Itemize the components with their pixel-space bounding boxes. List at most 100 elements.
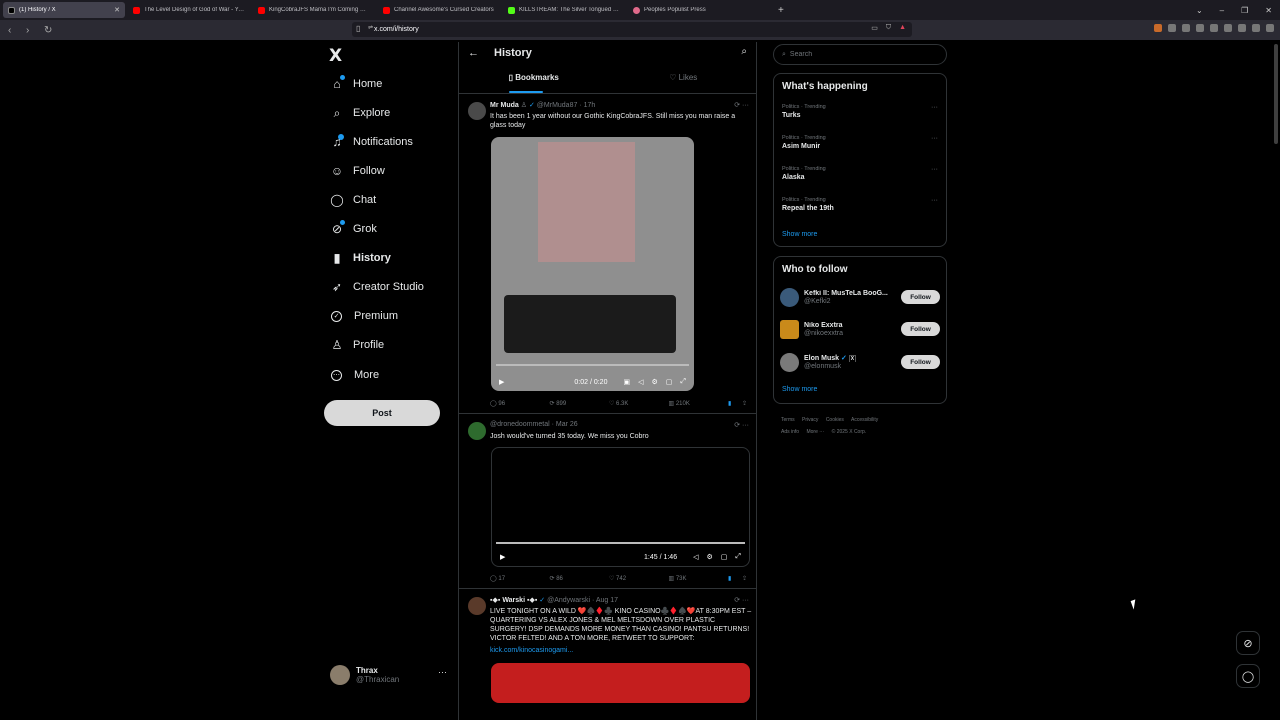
pip-icon[interactable]: ▢ bbox=[721, 553, 728, 561]
like-button[interactable]: ♡ 6.3K bbox=[609, 400, 669, 407]
show-more-link[interactable]: Show more bbox=[782, 231, 817, 238]
scrollbar-thumb[interactable] bbox=[1274, 44, 1278, 144]
tab-likes[interactable]: ♡ Likes bbox=[609, 73, 757, 93]
views-button[interactable]: ▥ 73K bbox=[669, 575, 729, 582]
extension-icon[interactable] bbox=[1182, 24, 1190, 32]
video-player[interactable]: ▶ 1:45 / 1:46 ◁ ⚙ ▢ ⤢ bbox=[491, 447, 750, 567]
x-logo[interactable]: X bbox=[329, 46, 342, 66]
footer-link[interactable]: Terms bbox=[781, 417, 795, 423]
tab-bookmarks[interactable]: ▯ Bookmarks bbox=[459, 73, 609, 93]
trend-item[interactable]: Politics · Trending Asim Munir ··· bbox=[782, 135, 942, 150]
fullscreen-icon[interactable]: ⤢ bbox=[680, 378, 686, 386]
avatar[interactable] bbox=[780, 352, 799, 372]
nav-grok[interactable]: ⊘ Grok bbox=[330, 219, 377, 239]
post-button[interactable]: Post bbox=[324, 400, 440, 426]
extension-icon[interactable] bbox=[1168, 24, 1176, 32]
alert-icon[interactable]: ▲ bbox=[899, 24, 906, 32]
browser-tab[interactable]: KingCobraJFS Mama I'm Coming Home bbox=[253, 2, 375, 18]
fullscreen-icon[interactable]: ⤢ bbox=[735, 553, 741, 561]
nav-home[interactable]: ⌂ Home bbox=[330, 74, 382, 94]
captions-icon[interactable]: ▣ bbox=[623, 378, 630, 386]
shield-icon[interactable]: ⛉ bbox=[886, 24, 891, 32]
extension-icon[interactable] bbox=[1154, 24, 1162, 32]
settings-icon[interactable]: ⚙ bbox=[706, 553, 712, 561]
new-tab-button[interactable]: + bbox=[778, 5, 784, 16]
play-icon[interactable]: ▶ bbox=[499, 378, 504, 386]
nav-profile[interactable]: ♙ Profile bbox=[330, 335, 385, 355]
browser-tab[interactable]: KILLSTREAM: The Silver Tongued De bbox=[503, 2, 625, 18]
video-player[interactable]: ▶ 0:02 / 0:20 ▣ ◁ ⚙ ▢ ⤢ bbox=[491, 137, 694, 391]
follow-button[interactable]: Follow bbox=[901, 322, 940, 336]
footer-link[interactable]: Accessibility bbox=[851, 417, 878, 423]
bookmark-star-icon[interactable]: ▯ bbox=[356, 24, 360, 33]
restore-icon[interactable]: ❐ bbox=[1241, 6, 1248, 15]
reply-button[interactable]: ◯ 17 bbox=[490, 575, 550, 582]
pip-icon[interactable]: ▢ bbox=[666, 378, 673, 386]
tweet[interactable]: @dronedoommetal · Mar 26 ⟳ ··· Josh woul… bbox=[459, 414, 756, 589]
avatar[interactable] bbox=[780, 287, 799, 307]
trend-item[interactable]: Politics · Trending Turks ··· bbox=[782, 104, 942, 119]
trend-item[interactable]: Politics · Trending Repeal the 19th ··· bbox=[782, 197, 942, 212]
mute-icon[interactable]: ◁ bbox=[638, 378, 643, 386]
more-icon[interactable]: ··· bbox=[931, 166, 938, 173]
follow-suggestion[interactable]: Kefki II: MusTeLa BooG... @Kefki2 Follow bbox=[780, 286, 942, 308]
nav-creator-studio[interactable]: ➶ Creator Studio bbox=[330, 277, 424, 297]
reload-icon[interactable]: ↻ bbox=[44, 25, 54, 36]
account-switcher[interactable]: Thrax @Thraxican ··· bbox=[330, 663, 450, 687]
nav-chat[interactable]: ◯ Chat bbox=[330, 190, 376, 210]
browser-tab[interactable]: The Level Design of God of War - YouTube bbox=[128, 2, 250, 18]
back-icon[interactable]: ‹ bbox=[8, 25, 18, 36]
url-text[interactable]: x.com/i/history bbox=[374, 26, 419, 33]
video-progress-bar[interactable] bbox=[496, 364, 689, 366]
more-icon[interactable]: ··· bbox=[931, 197, 938, 204]
back-arrow-icon[interactable]: ← bbox=[468, 47, 479, 59]
more-icon[interactable]: ··· bbox=[931, 135, 938, 142]
nav-history[interactable]: ▮ History bbox=[330, 248, 391, 268]
nav-premium[interactable]: ✓ Premium bbox=[330, 306, 398, 326]
extension-icon[interactable] bbox=[1224, 24, 1232, 32]
tweet-menu-icon[interactable]: ⟳ ··· bbox=[734, 421, 749, 429]
follow-button[interactable]: Follow bbox=[901, 290, 940, 304]
share-icon[interactable]: ⇪ bbox=[742, 400, 750, 407]
follow-suggestion[interactable]: Elon Musk ✓ X @elonmusk Follow bbox=[780, 351, 942, 373]
grok-float-button[interactable]: ⊘ bbox=[1236, 631, 1260, 655]
browser-tab[interactable]: Channel Awesome's Cursed Creators bbox=[378, 2, 500, 18]
video-progress-bar[interactable] bbox=[496, 542, 745, 544]
bookmark-icon[interactable]: ▮ bbox=[728, 575, 742, 582]
browser-tab[interactable]: Peoples Populist Press bbox=[628, 2, 750, 18]
reply-button[interactable]: ◯ 96 bbox=[490, 400, 550, 407]
nav-follow[interactable]: ☺ Follow bbox=[330, 161, 385, 181]
nav-more[interactable]: ⋯ More bbox=[330, 365, 379, 385]
search-input[interactable] bbox=[789, 51, 930, 58]
forward-icon[interactable]: › bbox=[26, 25, 36, 36]
tweet-media[interactable] bbox=[491, 663, 750, 703]
show-more-link[interactable]: Show more bbox=[782, 386, 817, 393]
search-icon[interactable]: ⌕ bbox=[741, 46, 747, 57]
extension-icon[interactable] bbox=[1210, 24, 1218, 32]
reader-view-icon[interactable]: ▭ bbox=[871, 24, 878, 32]
page-scrollbar[interactable] bbox=[1273, 42, 1279, 718]
avatar[interactable] bbox=[468, 597, 486, 615]
avatar[interactable] bbox=[468, 102, 486, 120]
mute-icon[interactable]: ◁ bbox=[693, 553, 698, 561]
avatar[interactable] bbox=[780, 319, 799, 339]
follow-suggestion[interactable]: Niko Exxtra @nikoexxtra Follow bbox=[780, 318, 942, 340]
repost-button[interactable]: ⟳ 86 bbox=[550, 575, 610, 582]
settings-icon[interactable]: ⚙ bbox=[651, 378, 657, 386]
bookmark-icon[interactable]: ▮ bbox=[728, 400, 742, 407]
more-icon[interactable]: ··· bbox=[931, 104, 938, 111]
follow-button[interactable]: Follow bbox=[901, 355, 940, 369]
menu-icon[interactable] bbox=[1266, 24, 1274, 32]
footer-link[interactable]: Ads info bbox=[781, 429, 799, 435]
avatar[interactable] bbox=[468, 422, 486, 440]
browser-tab[interactable]: (1) History / X ✕ bbox=[3, 2, 125, 18]
share-icon[interactable]: ⇪ bbox=[742, 575, 750, 582]
close-tab-icon[interactable]: ✕ bbox=[114, 6, 120, 14]
site-info-icon[interactable]: ⇌ bbox=[368, 24, 373, 31]
tweet-link[interactable]: kick.com/kinocasinogami... bbox=[490, 646, 752, 655]
like-button[interactable]: ♡ 742 bbox=[609, 575, 669, 582]
url-bar[interactable]: ▯ ⇌ x.com/i/history ▭ ⛉ ▲ bbox=[352, 22, 912, 37]
nav-explore[interactable]: ⌕ Explore bbox=[330, 103, 391, 123]
footer-link[interactable]: Cookies bbox=[826, 417, 844, 423]
extension-icon[interactable] bbox=[1252, 24, 1260, 32]
